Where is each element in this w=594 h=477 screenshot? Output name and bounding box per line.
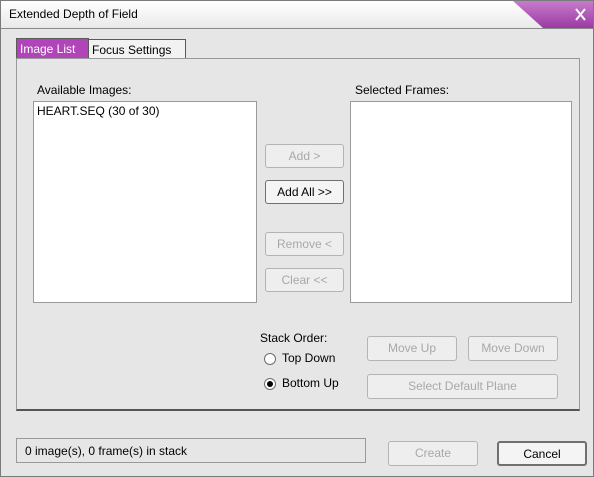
- tab-image-list[interactable]: Image List: [16, 38, 89, 59]
- top-down-label[interactable]: Top Down: [282, 351, 335, 365]
- move-up-button[interactable]: Move Up: [367, 336, 457, 361]
- stack-order-label: Stack Order:: [260, 331, 328, 345]
- cancel-button[interactable]: Cancel: [497, 441, 587, 466]
- create-button[interactable]: Create: [388, 441, 478, 466]
- extended-depth-of-field-dialog: Extended Depth of Field Image List Focus…: [0, 0, 594, 477]
- close-x-icon: [513, 1, 593, 28]
- close-button[interactable]: [513, 1, 593, 28]
- add-all-button[interactable]: Add All >>: [265, 180, 344, 204]
- top-down-radio[interactable]: [264, 353, 276, 365]
- bottom-up-label[interactable]: Bottom Up: [282, 376, 339, 390]
- window-title: Extended Depth of Field: [9, 7, 138, 21]
- bottom-up-radio[interactable]: [264, 378, 276, 390]
- available-images-label: Available Images:: [37, 83, 132, 97]
- remove-button[interactable]: Remove <: [265, 232, 344, 256]
- list-item[interactable]: HEART.SEQ (30 of 30): [37, 104, 160, 118]
- available-images-list[interactable]: HEART.SEQ (30 of 30): [33, 101, 257, 303]
- selected-frames-list[interactable]: [350, 101, 572, 303]
- select-default-plane-button[interactable]: Select Default Plane: [367, 374, 558, 399]
- selected-frames-label: Selected Frames:: [355, 83, 450, 97]
- title-bar: Extended Depth of Field: [1, 1, 593, 29]
- radio-selected-dot: [267, 381, 273, 387]
- move-down-button[interactable]: Move Down: [468, 336, 558, 361]
- status-bar: 0 image(s), 0 frame(s) in stack: [16, 438, 366, 463]
- add-button[interactable]: Add >: [265, 144, 344, 168]
- tab-focus-settings[interactable]: Focus Settings: [88, 39, 186, 59]
- clear-button[interactable]: Clear <<: [265, 268, 344, 292]
